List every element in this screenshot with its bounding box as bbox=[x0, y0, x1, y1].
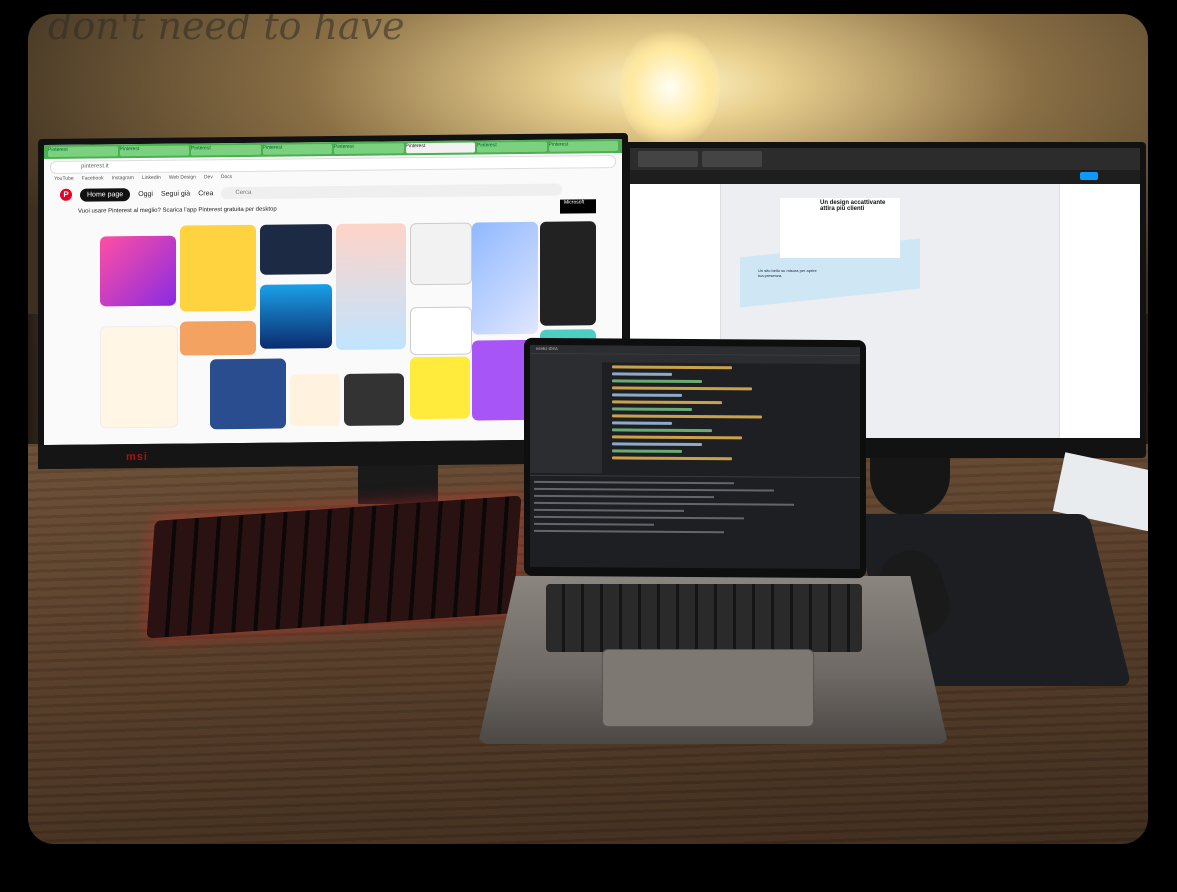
figma-toolbar bbox=[630, 170, 1140, 184]
bookmark[interactable]: YouTube bbox=[54, 176, 74, 184]
code-line bbox=[612, 400, 722, 405]
microsoft-badge[interactable]: Microsoft bbox=[560, 199, 596, 214]
pin-card[interactable] bbox=[180, 224, 256, 312]
browser-tab-active[interactable]: Pinterest bbox=[405, 142, 475, 154]
pin-card[interactable] bbox=[410, 356, 470, 420]
browser-tab[interactable]: Pinterest bbox=[334, 143, 404, 154]
ide-project-panel[interactable] bbox=[530, 360, 602, 474]
monitor-brand: msi bbox=[126, 450, 148, 464]
canvas-heading: Un design accattivante attira più client… bbox=[820, 200, 886, 212]
wall-lettering: don't need to have bbox=[48, 14, 405, 48]
home-button[interactable]: Home page bbox=[80, 187, 131, 202]
terminal-line bbox=[534, 487, 774, 492]
terminal-line bbox=[534, 529, 724, 534]
code-line bbox=[612, 365, 732, 370]
pin-card[interactable] bbox=[472, 221, 538, 335]
left-monitor-stand bbox=[358, 464, 438, 504]
browser-tab[interactable]: Pinterest bbox=[477, 141, 547, 153]
laptop-screen: IntelliJ IDEA bbox=[530, 344, 860, 570]
share-button[interactable] bbox=[1080, 172, 1098, 180]
pin-card[interactable] bbox=[210, 358, 286, 430]
bookmark[interactable]: Instagram bbox=[112, 175, 134, 183]
code-line bbox=[612, 421, 672, 425]
bookmark[interactable]: Docs bbox=[221, 174, 232, 182]
properties-panel[interactable] bbox=[1059, 184, 1140, 438]
trackpad bbox=[602, 649, 814, 727]
code-line bbox=[612, 435, 742, 440]
figma-tab-bar bbox=[630, 148, 1140, 170]
code-line bbox=[612, 449, 682, 453]
browser-tab[interactable]: Pinterest bbox=[48, 146, 118, 157]
browser-tab[interactable]: Pinterest bbox=[119, 145, 189, 157]
code-line bbox=[612, 456, 732, 461]
following-link[interactable]: Segui già bbox=[161, 190, 190, 197]
lamp-light bbox=[620, 28, 720, 148]
pin-card[interactable] bbox=[260, 284, 332, 349]
pin-card[interactable] bbox=[290, 373, 340, 427]
code-line bbox=[612, 393, 682, 397]
search-input[interactable]: Cerca bbox=[221, 183, 562, 200]
ide-terminal[interactable] bbox=[530, 474, 860, 565]
today-link[interactable]: Oggi bbox=[138, 190, 153, 197]
bookmark[interactable]: LinkedIn bbox=[142, 175, 161, 183]
code-line bbox=[612, 379, 702, 384]
terminal-line bbox=[534, 522, 654, 526]
figma-tab[interactable] bbox=[638, 151, 698, 167]
browser-tab[interactable]: Pinterest bbox=[548, 141, 618, 152]
code-line bbox=[612, 442, 702, 447]
pin-card[interactable] bbox=[410, 222, 472, 286]
pin-card[interactable] bbox=[180, 320, 256, 356]
pin-card[interactable] bbox=[540, 221, 596, 326]
bookmark[interactable]: Facebook bbox=[82, 175, 104, 183]
code-line bbox=[612, 372, 672, 376]
laptop-lid: IntelliJ IDEA bbox=[524, 337, 866, 579]
ide-code-editor[interactable] bbox=[606, 361, 856, 475]
photo-frame: don't need to have Pinterest Pinterest P… bbox=[28, 14, 1148, 844]
pin-card[interactable] bbox=[336, 223, 406, 350]
terminal-line bbox=[534, 515, 744, 520]
create-menu[interactable]: Crea bbox=[198, 190, 213, 197]
terminal-line bbox=[534, 494, 714, 499]
browser-tab[interactable]: Pinterest bbox=[262, 144, 332, 155]
code-line bbox=[612, 407, 692, 411]
code-line bbox=[612, 428, 712, 433]
terminal-line bbox=[534, 480, 734, 485]
pinterest-logo-icon[interactable]: P bbox=[60, 188, 72, 201]
pin-card[interactable] bbox=[410, 306, 472, 356]
bookmark[interactable]: Dev bbox=[204, 174, 213, 182]
figma-tab[interactable] bbox=[702, 151, 762, 167]
laptop-keyboard bbox=[546, 584, 862, 652]
code-line bbox=[612, 414, 762, 419]
pin-card[interactable] bbox=[100, 235, 176, 307]
pin-card[interactable] bbox=[344, 373, 404, 426]
pin-card[interactable] bbox=[260, 224, 332, 275]
pin-card[interactable] bbox=[100, 325, 178, 429]
bookmark[interactable]: Web Design bbox=[169, 174, 196, 182]
code-line bbox=[612, 386, 752, 391]
strip-heading: Un sito bello su misura per aprire tua p… bbox=[758, 268, 817, 278]
browser-tab[interactable]: Pinterest bbox=[191, 144, 261, 156]
terminal-line bbox=[534, 501, 794, 506]
terminal-line bbox=[534, 508, 684, 512]
